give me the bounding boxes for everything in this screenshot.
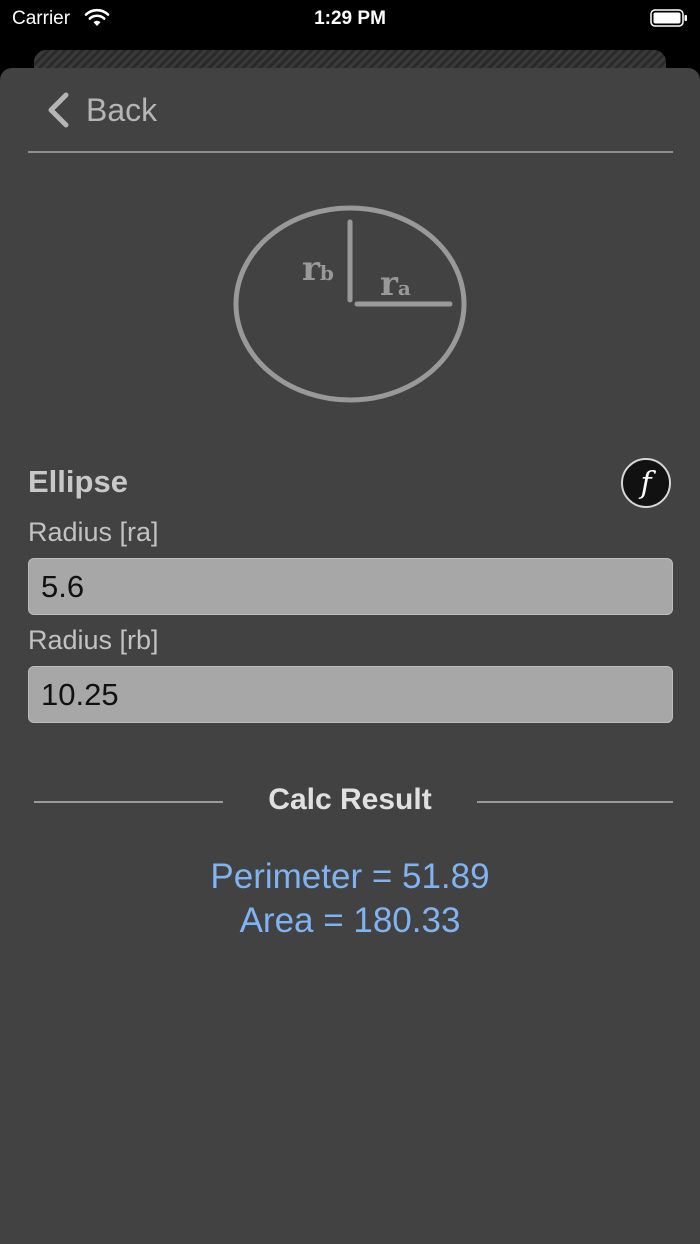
formula-button[interactable]: f: [621, 458, 671, 508]
battery-icon: [650, 9, 687, 27]
back-label: Back: [86, 91, 158, 128]
status-time: 1:29 PM: [314, 8, 386, 29]
radius-b-label: rb: [302, 249, 334, 289]
perimeter-result: Perimeter = 51.89: [210, 857, 490, 896]
header-divider: [28, 151, 673, 153]
result-title: Calc Result: [268, 783, 432, 816]
ellipse-diagram: rb ra: [233, 205, 467, 403]
calculator-sheet: Back rb ra Ellipse f Radius [ra] Radius …: [0, 68, 700, 1244]
result-divider-right: [477, 801, 673, 803]
shape-title: Ellipse: [28, 464, 128, 499]
radius-a-label: ra: [380, 264, 411, 304]
radius-b-letter: r: [302, 249, 321, 289]
radius-a-letter: r: [380, 264, 399, 304]
area-result: Area = 180.33: [239, 901, 461, 940]
radius-b-label: Radius [rb]: [28, 625, 159, 655]
radius-b-subscript: b: [320, 261, 334, 285]
radius-a-subscript: a: [398, 276, 411, 300]
status-bar: Carrier 1:29 PM: [0, 0, 700, 40]
radius-b-input[interactable]: [28, 666, 673, 723]
radius-a-label: Radius [ra]: [28, 517, 159, 547]
chevron-left-icon: [48, 92, 69, 128]
radius-a-input[interactable]: [28, 558, 673, 615]
back-button[interactable]: Back: [44, 90, 157, 130]
